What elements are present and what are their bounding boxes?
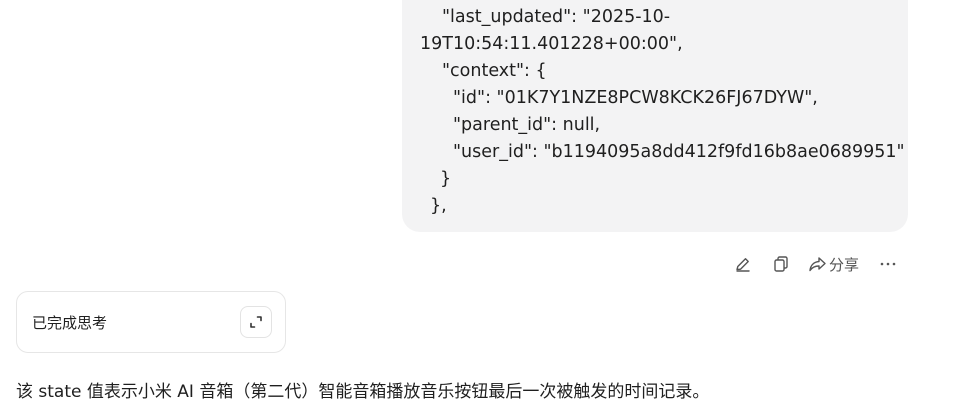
share-button[interactable]: 分享 [808,254,859,275]
code-line: "last_updated": "2025-10- [442,7,671,27]
code-line: "user_id": "b1194095a8dd412f9fd16b8ae068… [453,142,905,162]
answer-text: 该 state 值表示小米 AI 音箱（第二代）智能音箱播放音乐按钮最后一次被触… [16,382,710,402]
edit-button[interactable] [734,255,752,273]
message-actions: 分享 [730,250,897,278]
pencil-icon [736,258,750,272]
copy-button[interactable] [772,255,790,273]
message-bubble: "last_updated": "2025-10- 19T10:54:11.40… [402,0,908,232]
code-line: "context": { [442,61,547,81]
thinking-card[interactable]: 已完成思考 [16,291,286,353]
expand-button[interactable] [240,306,272,338]
copy-icon [774,256,788,272]
thinking-label: 已完成思考 [32,314,108,332]
share-label: 分享 [829,255,860,274]
more-button[interactable] [879,255,897,273]
more-icon [880,262,896,266]
share-icon [809,257,826,272]
code-line: }, [430,196,447,216]
expand-icon [250,316,262,328]
code-line: "id": "01K7Y1NZE8PCW8KCK26FJ67DYW", [453,88,818,108]
code-line: } [440,169,452,189]
code-line: "parent_id": null, [453,115,601,135]
code-line: 19T10:54:11.401228+00:00", [420,34,683,54]
